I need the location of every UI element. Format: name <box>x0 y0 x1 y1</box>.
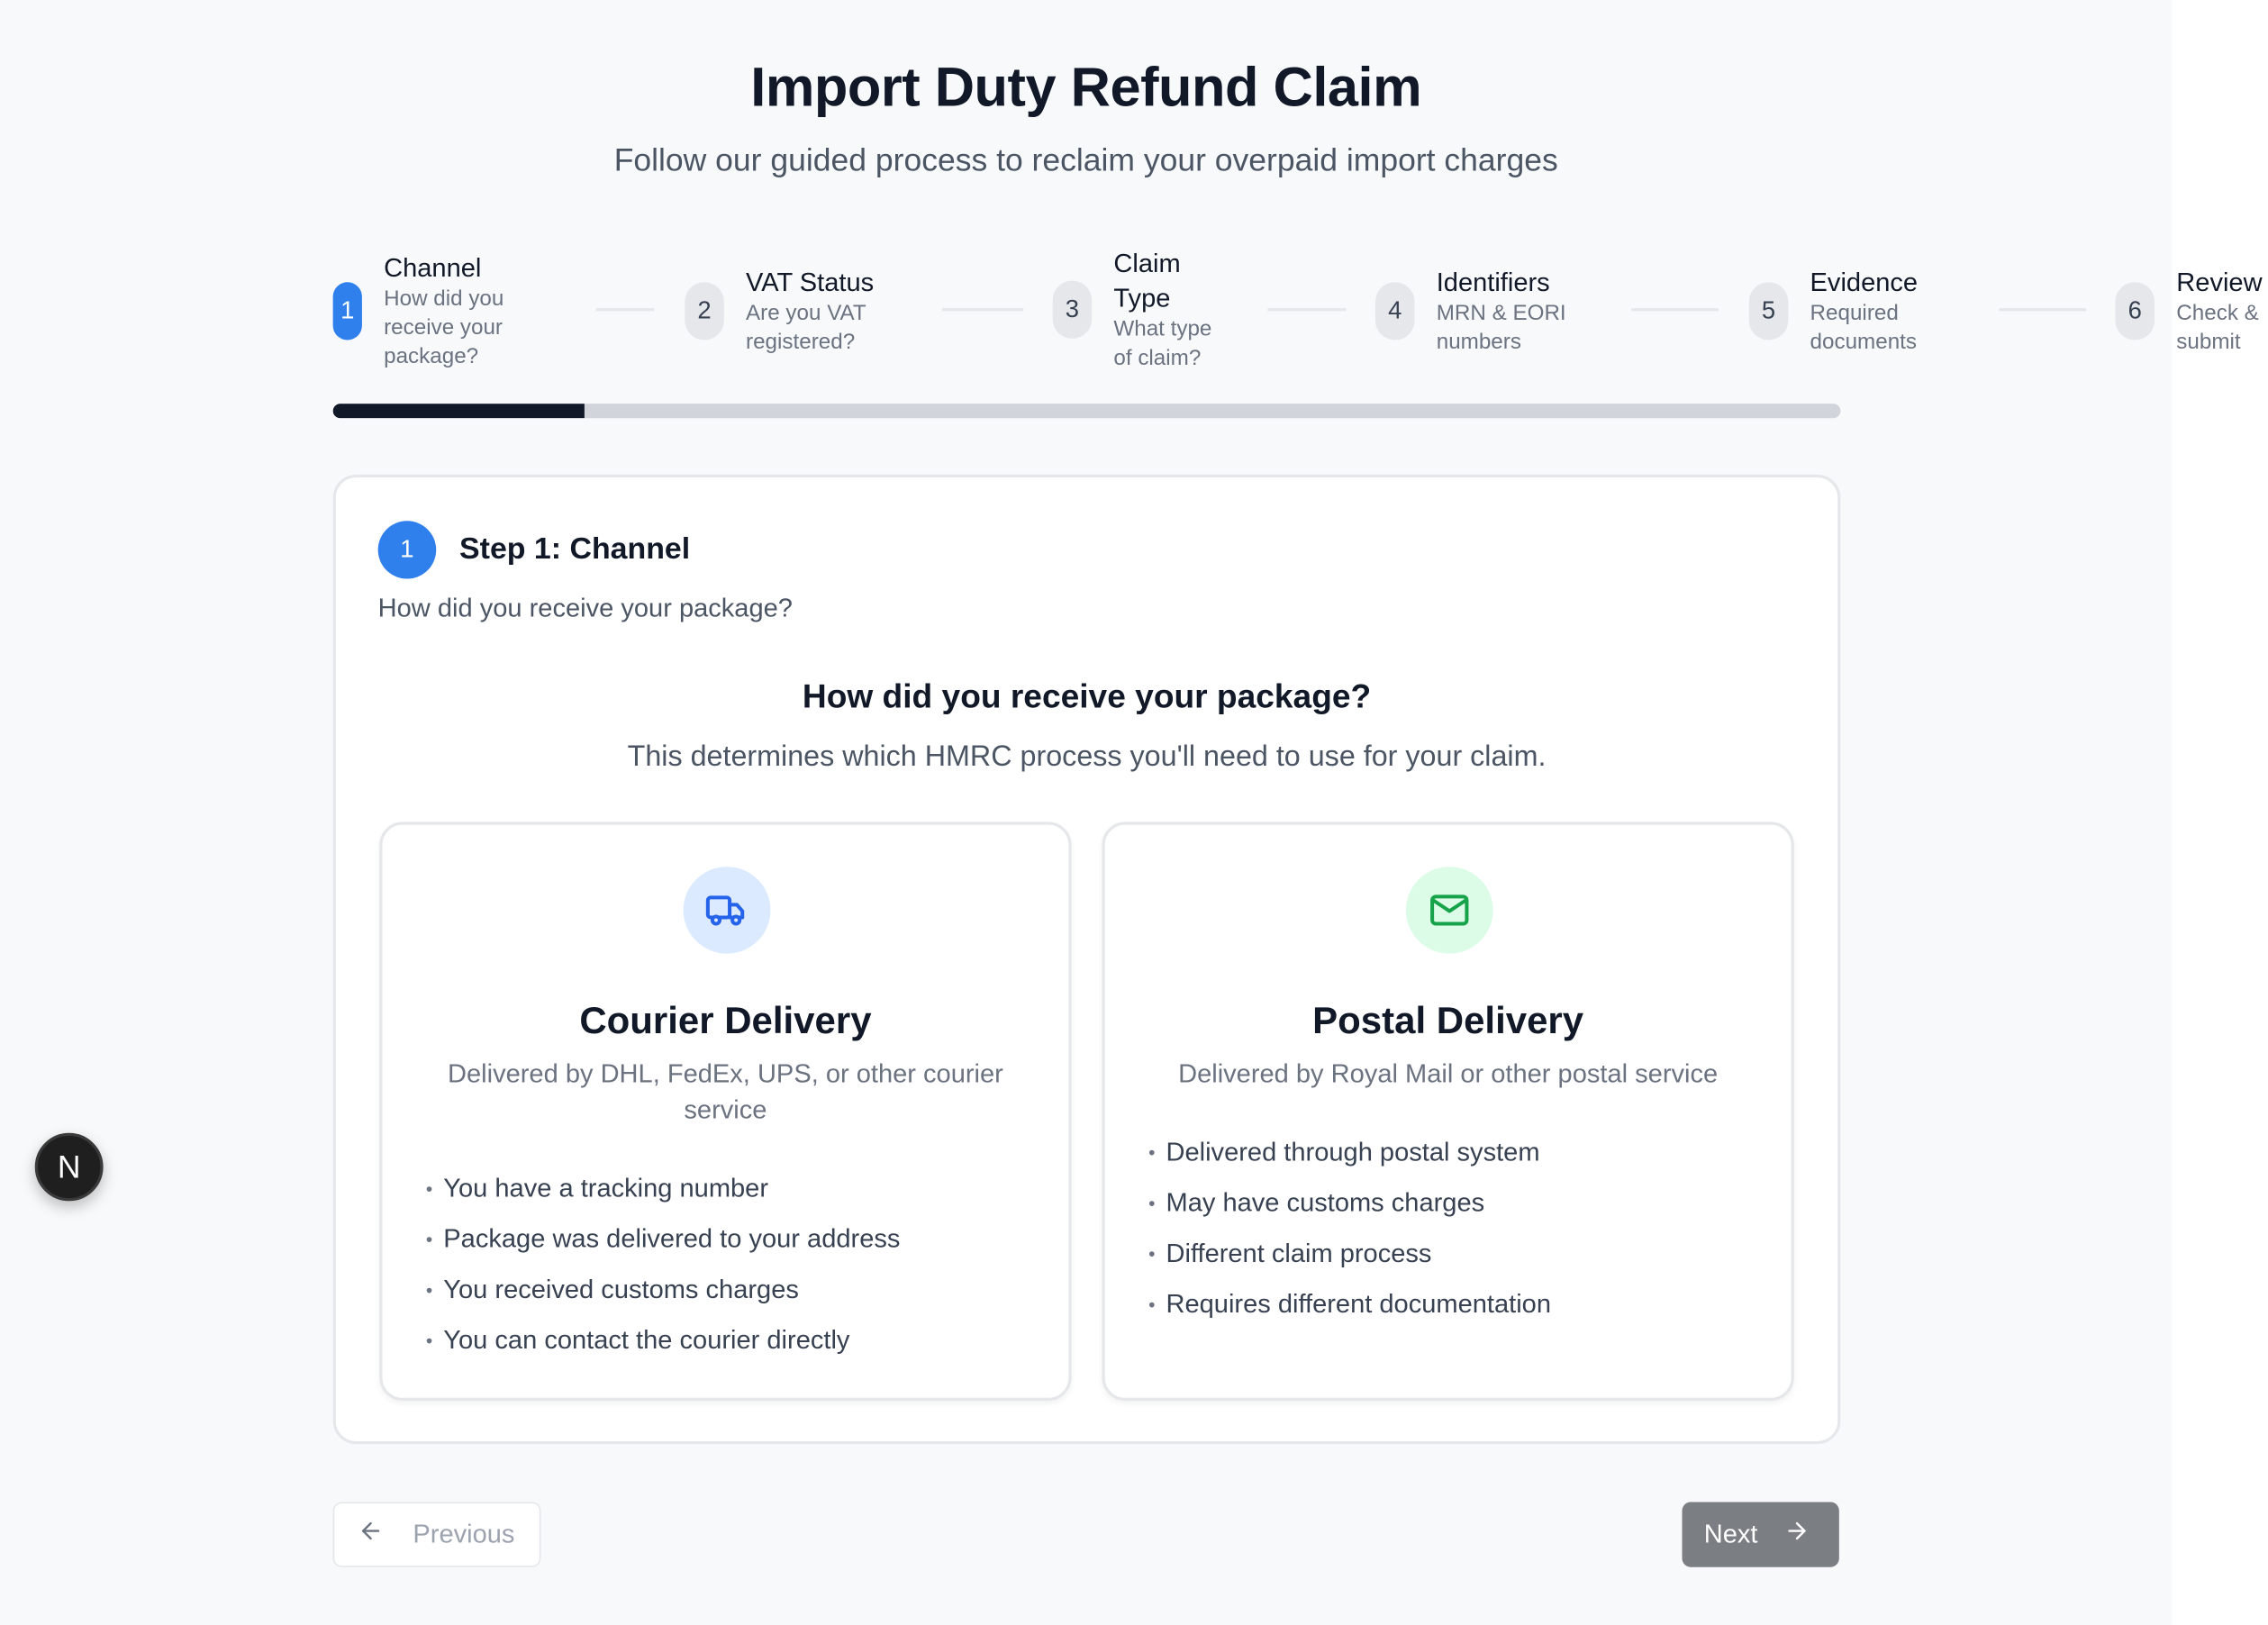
option-title: Postal Delivery <box>1312 998 1584 1042</box>
step-title: Claim Type <box>1113 249 1181 313</box>
step-title: Evidence <box>1810 268 1919 297</box>
truck-icon <box>683 867 771 954</box>
option-courier-delivery[interactable]: Courier Delivery Delivered by DHL, FedEx… <box>379 822 1072 1401</box>
step-description: Check & submit <box>2176 301 2259 355</box>
list-item: • You can contact the courier directly <box>425 1325 850 1355</box>
option-description: Delivered by Royal Mail or other postal … <box>1178 1058 1719 1089</box>
envelope-icon <box>1405 867 1493 954</box>
step-number: 1 <box>332 282 362 340</box>
step-badge: 1 <box>377 521 437 579</box>
step-description: MRN & EORI numbers <box>1436 301 1566 355</box>
step-description: What type of claim? <box>1113 316 1212 371</box>
step-card: 1 Step 1: Channel How did you receive yo… <box>332 474 1841 1445</box>
step-number: 3 <box>1052 280 1093 339</box>
progress-bar <box>332 404 1841 419</box>
list-item: • May have customs charges <box>1148 1187 1485 1217</box>
option-postal-delivery[interactable]: Postal Delivery Delivered by Royal Mail … <box>1102 822 1794 1401</box>
list-item: • You received customs charges <box>425 1275 799 1304</box>
step-title: Review <box>2176 268 2263 297</box>
canvas: Import Duty Refund Claim Follow our guid… <box>0 0 2268 1625</box>
option-bullet-list: • You have a tracking number • Package was… <box>426 1164 900 1366</box>
page-title: Import Duty Refund Claim <box>750 58 1422 119</box>
option-title: Courier Delivery <box>579 998 872 1042</box>
previous-button[interactable]: Previous <box>332 1502 541 1567</box>
stepper-step-vat-status[interactable]: 2 VAT Status Are you VAT registered? <box>685 265 905 358</box>
list-item: • Package was delivered to your address <box>425 1224 901 1254</box>
stepper-connector <box>1999 308 2087 312</box>
step-number: 6 <box>2115 282 2155 340</box>
stepper-step-claim-type[interactable]: 3 Claim Type What type of claim? <box>1052 246 1230 373</box>
stepper-connector <box>1267 308 1347 312</box>
stepper-connector <box>941 308 1024 312</box>
step-title: VAT Status <box>746 268 875 297</box>
next-button[interactable]: Next <box>1682 1502 1839 1567</box>
arrow-left-icon <box>358 1518 384 1551</box>
step-description: Required documents <box>1810 301 1917 355</box>
n-logo-icon: N <box>57 1148 81 1185</box>
list-item: • Different claim process <box>1148 1239 1432 1268</box>
list-item: • Requires different documentation <box>1148 1289 1551 1319</box>
step-number: 5 <box>1748 282 1789 340</box>
step-number: 2 <box>685 282 724 340</box>
arrow-right-icon <box>1784 1518 1810 1551</box>
stepper-step-review[interactable]: 6 Review Check & submit <box>2115 265 2264 358</box>
previous-label: Previous <box>413 1519 515 1548</box>
page-subtitle: Follow our guided process to reclaim you… <box>613 141 1558 178</box>
option-description: Delivered by DHL, FedEx, UPS, or other c… <box>448 1058 1003 1125</box>
step-number: 4 <box>1374 282 1415 340</box>
step-card-title: Step 1: Channel <box>459 532 691 567</box>
question-heading: How did you receive your package? <box>802 676 1372 715</box>
stepper-connector <box>595 308 655 312</box>
step-card-subtitle: How did you receive your package? <box>377 593 793 622</box>
next-label: Next <box>1703 1519 1758 1548</box>
stepper-step-evidence[interactable]: 5 Evidence Required documents <box>1748 265 1955 358</box>
list-item: • Delivered through postal system <box>1148 1137 1540 1167</box>
step-description: Are you VAT registered? <box>746 301 866 355</box>
step-description: How did you receive your package? <box>384 286 504 369</box>
stepper-connector <box>1631 308 1719 312</box>
nextjs-dev-badge[interactable]: N <box>34 1132 104 1202</box>
progress-fill <box>332 404 585 419</box>
stepper-step-channel[interactable]: 1 Channel How did you receive your packa… <box>332 250 544 372</box>
option-bullet-list: • Delivered through postal system • May ha… <box>1148 1127 1551 1330</box>
list-item: • You have a tracking number <box>425 1173 769 1203</box>
stepper-step-identifiers[interactable]: 4 Identifiers MRN & EORI numbers <box>1374 265 1603 358</box>
step-title: Identifiers <box>1436 268 1550 297</box>
step-title: Channel <box>384 253 482 283</box>
question-description: This determines which HMRC process you'l… <box>627 740 1547 773</box>
